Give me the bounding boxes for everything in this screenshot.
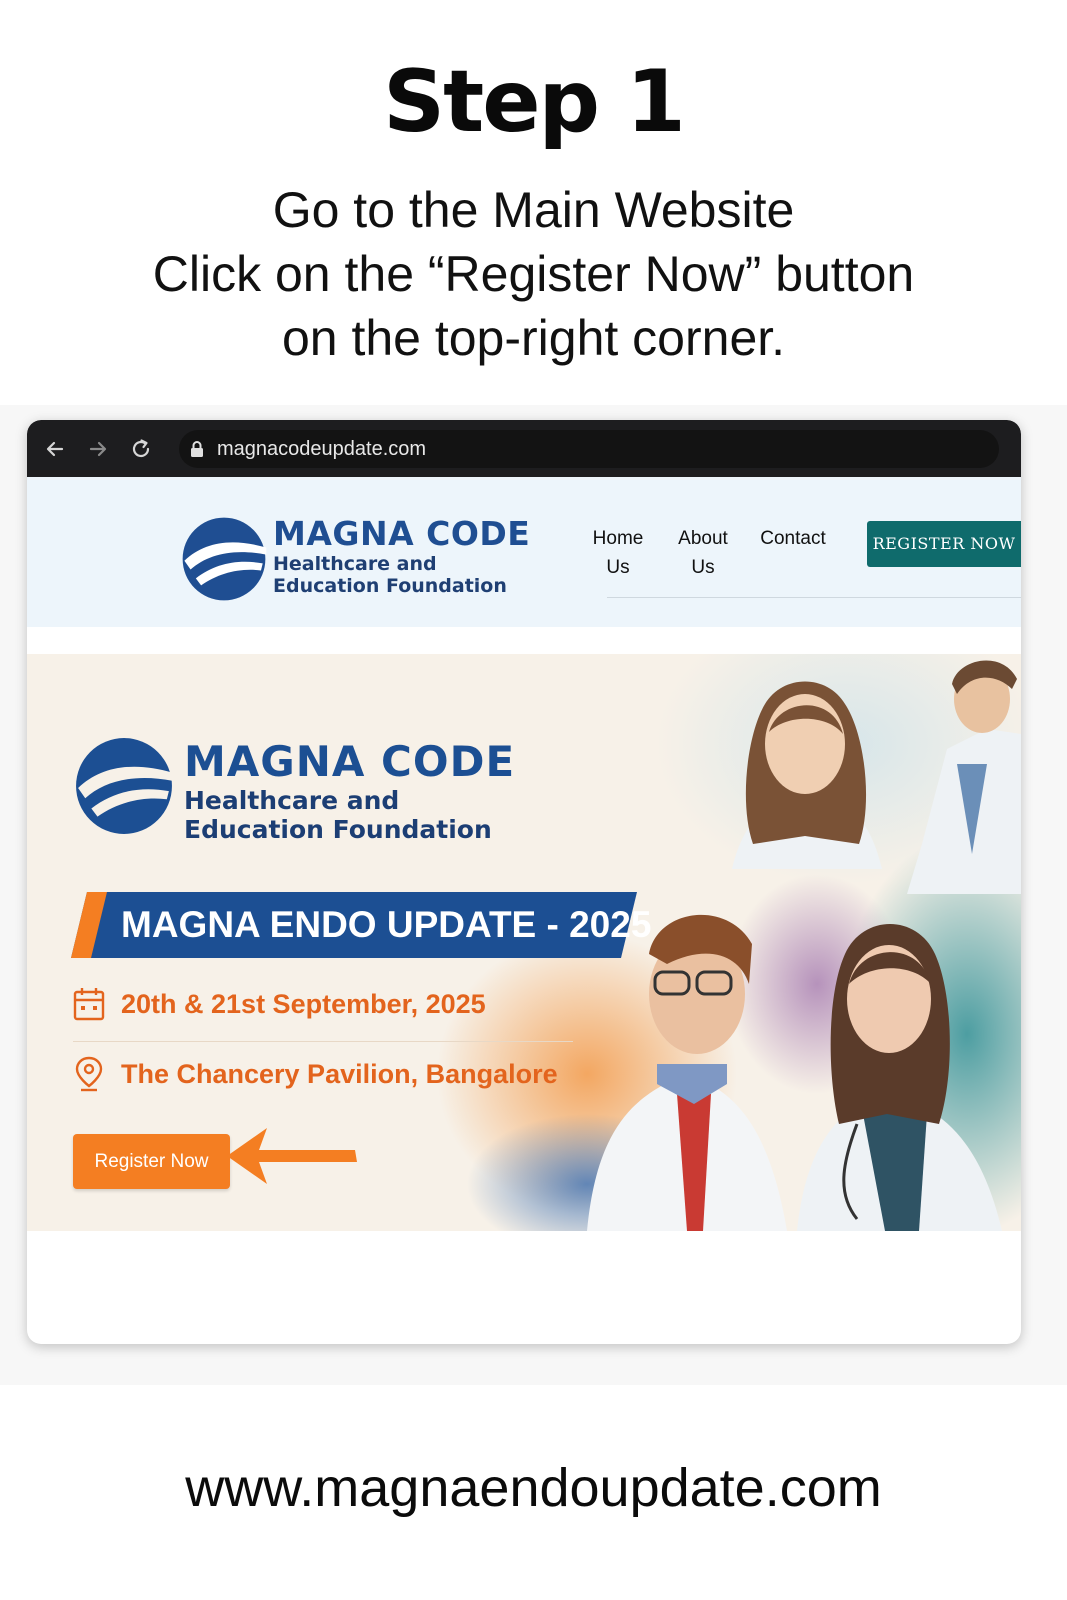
instruction-line-3: on the top-right corner.	[281, 310, 786, 366]
brand-text[interactable]: MAGNA CODE Healthcare and Education Foun…	[273, 514, 531, 598]
magna-code-logo-icon[interactable]	[179, 515, 269, 603]
nav-contact[interactable]: Contact	[755, 524, 831, 553]
event-title: MAGNA ENDO UPDATE - 2025	[121, 904, 652, 945]
forward-arrow-icon[interactable]	[84, 435, 112, 463]
hero-brand-subtitle-line-1: Healthcare and	[184, 786, 400, 815]
nav-home[interactable]: Home Us	[589, 524, 647, 582]
nav-home-line-1: Home	[592, 528, 644, 549]
nav-about-line-1: About	[678, 528, 728, 549]
magna-code-hero-logo-icon	[76, 738, 173, 834]
reload-icon[interactable]	[127, 435, 155, 463]
footer-website-url: www.magnaendoupdate.com	[185, 1458, 882, 1518]
address-bar[interactable]: magnacodeupdate.com	[179, 430, 999, 468]
event-date-row: 20th & 21st September, 2025	[73, 984, 553, 1024]
location-pin-icon	[75, 1056, 103, 1092]
hero-banner: MAGNA CODE Healthcare and Education Foun…	[27, 654, 1021, 1231]
brand-name: MAGNA CODE	[273, 514, 531, 553]
instruction-line-2: Click on the “Register Now” button	[152, 246, 915, 302]
register-now-hero-button[interactable]: Register Now	[73, 1134, 230, 1189]
nav-about[interactable]: About Us	[672, 524, 734, 582]
browser-toolbar: magnacodeupdate.com	[27, 420, 1021, 477]
pointer-arrow-icon	[227, 1128, 357, 1184]
event-venue-row: The Chancery Pavilion, Bangalore	[73, 1054, 573, 1094]
instruction-line-1: Go to the Main Website	[272, 182, 795, 238]
hero-brand-subtitle-line-2: Education Foundation	[184, 815, 492, 844]
browser-window: magnacodeupdate.com MAGNA CODE Healthcar…	[27, 420, 1021, 1344]
brand-subtitle-line-1: Healthcare and	[273, 553, 437, 575]
event-title-banner: MAGNA ENDO UPDATE - 2025	[71, 892, 651, 958]
nav-home-line-2: Us	[606, 557, 630, 578]
brand-subtitle-line-2: Education Foundation	[273, 575, 507, 597]
hero-brand-text: MAGNA CODE Healthcare and Education Foun…	[184, 737, 516, 845]
register-now-header-button[interactable]: REGISTER NOW	[867, 521, 1021, 567]
calendar-icon	[73, 988, 105, 1021]
url-text: magnacodeupdate.com	[217, 438, 427, 460]
event-venue: The Chancery Pavilion, Bangalore	[121, 1059, 558, 1089]
hero-brand-name: MAGNA CODE	[184, 737, 516, 786]
nav-about-line-2: Us	[691, 557, 715, 578]
lock-icon	[191, 441, 203, 457]
event-date: 20th & 21st September, 2025	[121, 989, 486, 1019]
step-title: Step 1	[383, 52, 686, 152]
back-arrow-icon[interactable]	[41, 435, 69, 463]
instructions: Go to the Main Website Click on the “Reg…	[0, 178, 1067, 370]
menu-divider	[607, 597, 1021, 598]
site-header: MAGNA CODE Healthcare and Education Foun…	[27, 477, 1021, 627]
nav-contact-label: Contact	[760, 528, 826, 549]
event-divider	[73, 1041, 573, 1042]
